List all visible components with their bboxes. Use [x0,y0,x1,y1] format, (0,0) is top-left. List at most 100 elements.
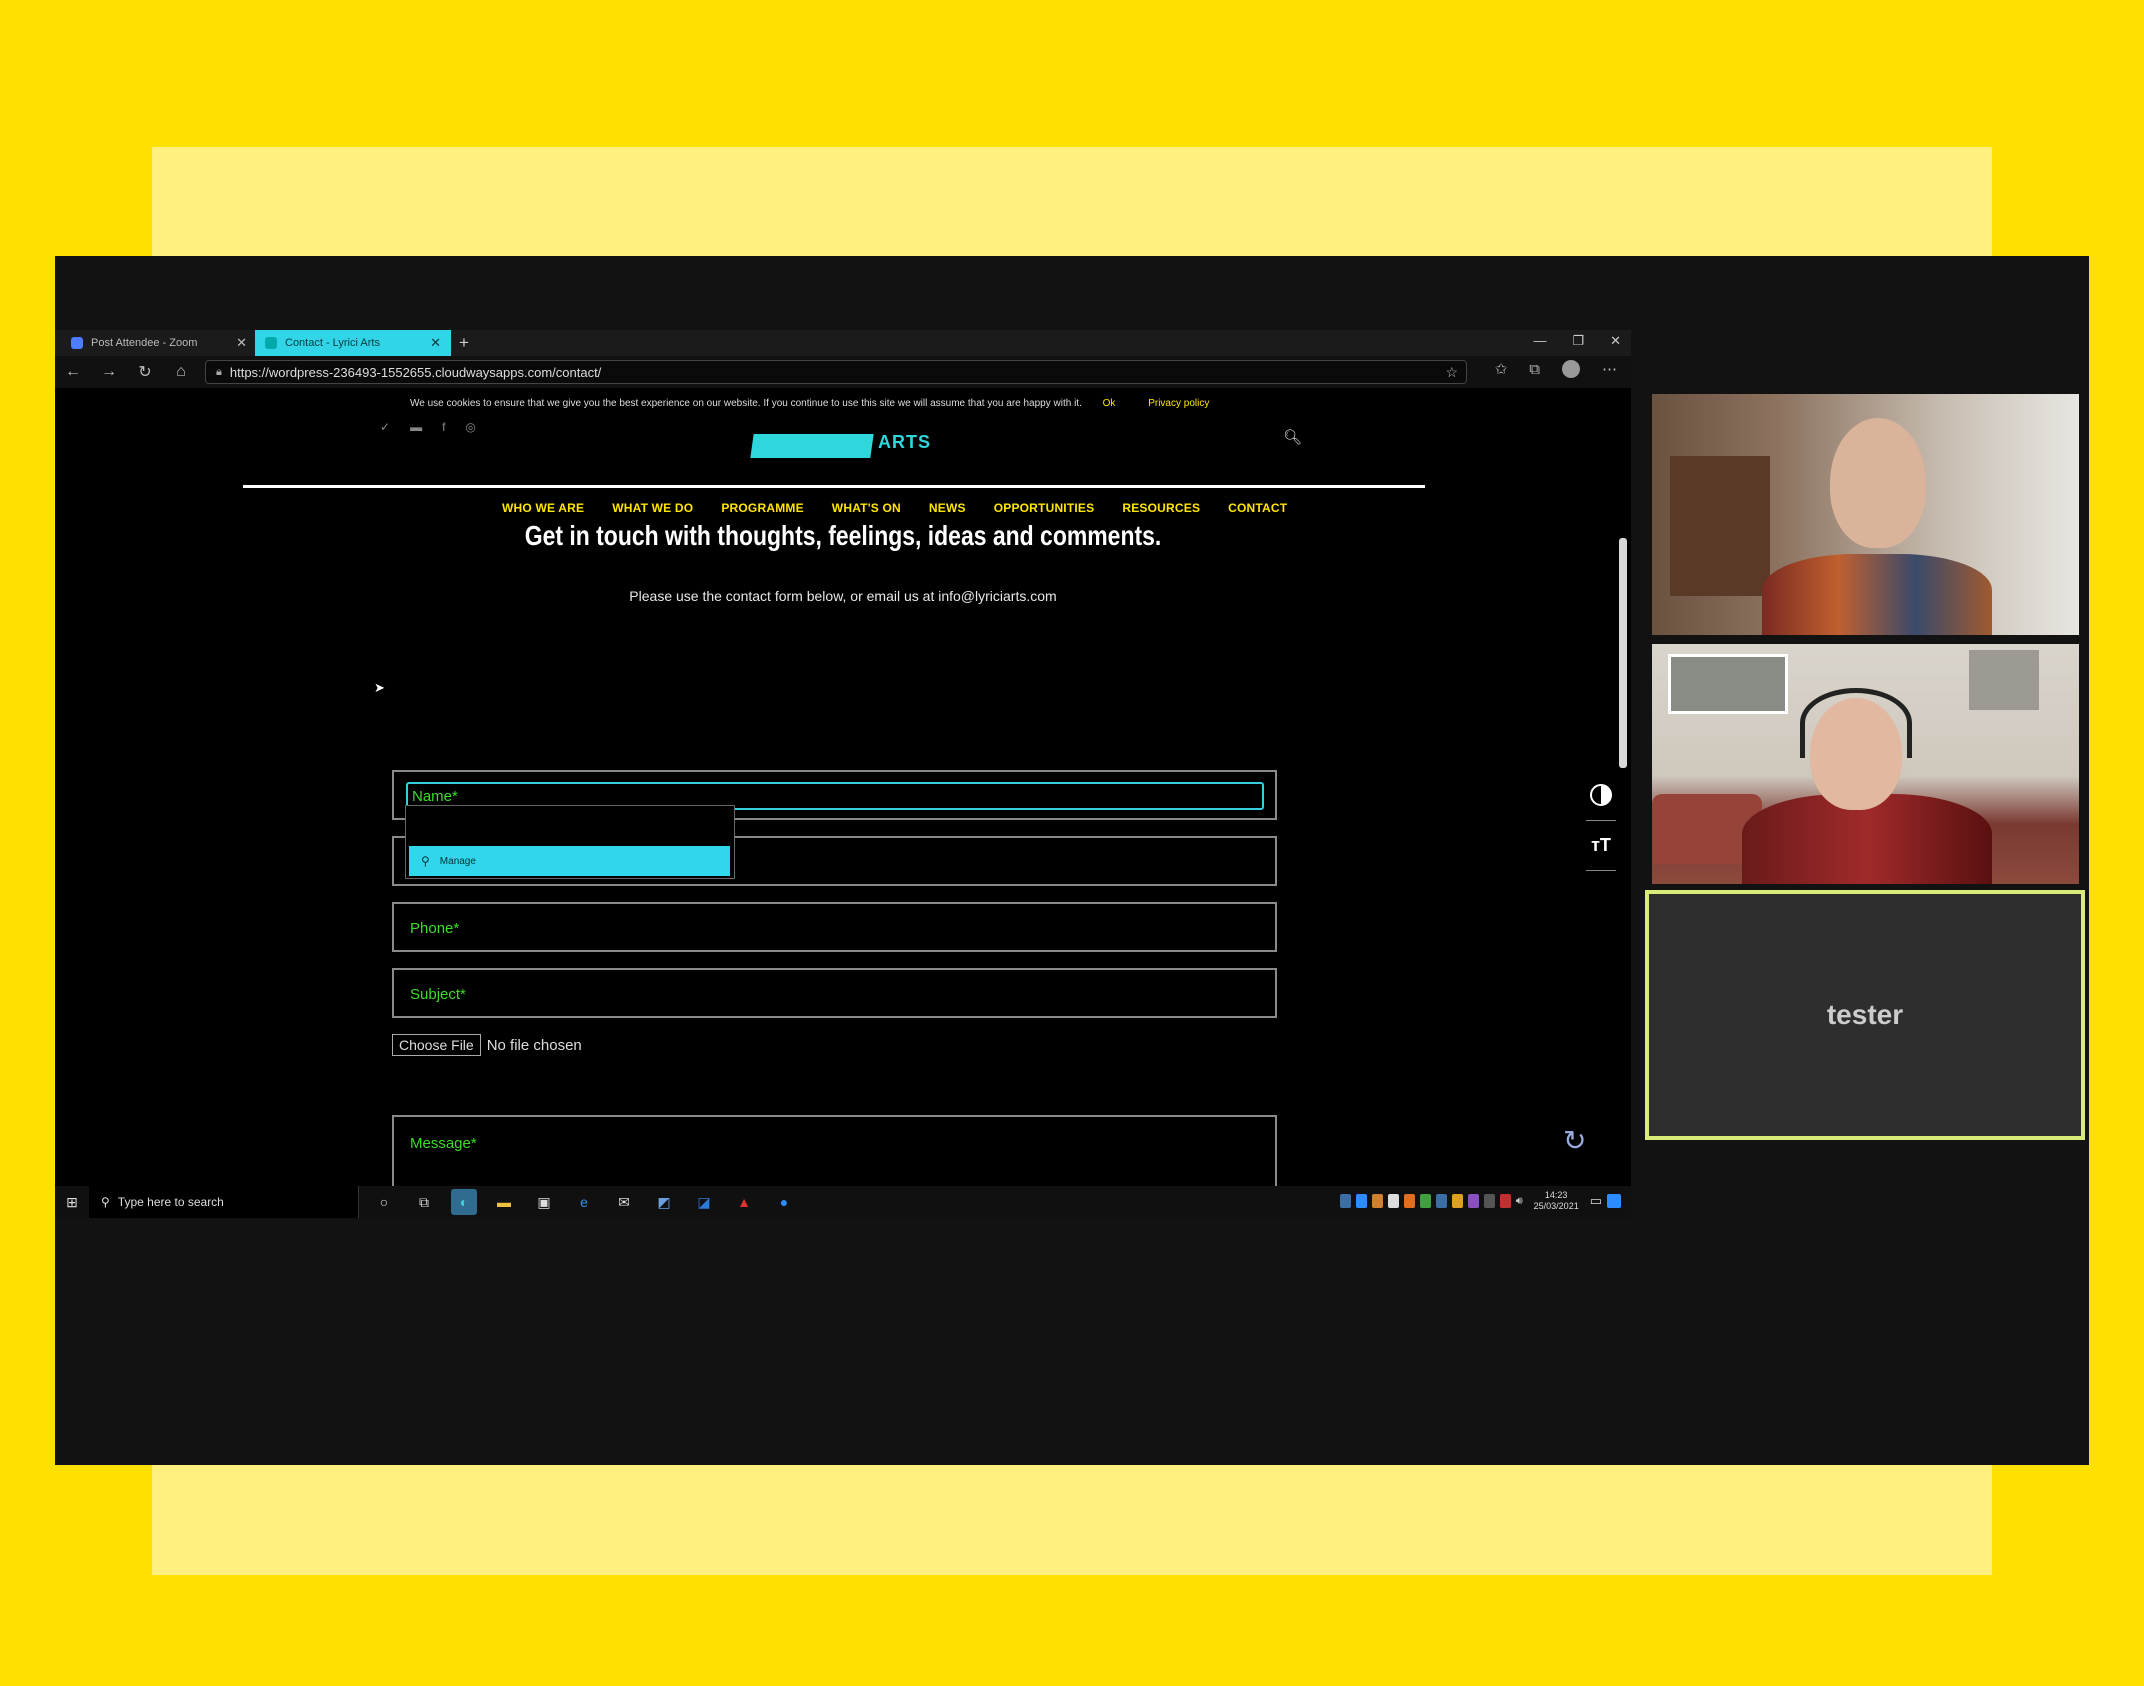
acrobat-icon[interactable]: ▲ [731,1189,757,1215]
contrast-icon[interactable] [1590,784,1612,806]
site-logo-text: ARTS [878,432,931,452]
participant-tile-tester[interactable]: tester [1645,890,2085,1140]
participant-video-1[interactable] [1652,394,2079,635]
shared-browser-window: Post Attendee - Zoom ✕ Contact - Lyrici … [55,330,1631,1218]
site-logo[interactable] [750,434,874,458]
menu-news[interactable]: NEWS [929,501,966,515]
headset-icon [1800,688,1912,758]
cookie-ok-button[interactable]: Ok [1103,398,1116,409]
menu-opportunities[interactable]: OPPORTUNITIES [994,501,1095,515]
tray-icon[interactable] [1387,1194,1399,1208]
decorative-band-top [152,147,1992,257]
back-icon[interactable]: ← [55,363,91,381]
text-size-icon[interactable]: тT [1591,835,1611,856]
file-explorer-icon[interactable]: ▬ [491,1189,517,1215]
notifications-icon[interactable]: ▭ [1590,1193,1602,1209]
tool-divider [1586,870,1616,871]
subject-input[interactable]: Subject* [392,968,1277,1018]
home-icon[interactable]: ⌂ [163,363,199,381]
autofill-option-label: Manage [439,855,476,867]
tray-icon[interactable] [1355,1194,1367,1208]
tray-icon[interactable] [1435,1194,1447,1208]
minimize-icon[interactable]: — [1533,333,1546,349]
autofill-manage-option[interactable]: ⚲ Manage [409,846,730,876]
menu-whats-on[interactable]: WHAT'S ON [832,501,901,515]
store-icon[interactable]: ▣ [531,1189,557,1215]
autofill-dropdown: ⚲ Manage [405,805,735,879]
main-menu: WHO WE ARE WHAT WE DO PROGRAMME WHAT'S O… [502,501,1287,515]
page-scrollbar[interactable] [1619,538,1627,768]
page-intro-text: Please use the contact form below, or em… [629,588,1057,604]
volume-icon[interactable]: 🔊︎ [1516,1195,1523,1208]
choose-file-button[interactable]: Choose File [392,1034,481,1056]
windows-start-icon[interactable]: ⊞ [55,1194,89,1211]
favorites-icon[interactable]: ✩ [1495,360,1508,378]
tray-icon[interactable] [1499,1194,1511,1208]
close-tab-icon[interactable]: ✕ [430,335,441,351]
phone-placeholder: Phone* [410,920,460,937]
mouse-cursor-icon: ➤ [374,680,385,695]
twitter-icon[interactable]: ✓ [380,420,390,434]
decorative-band-bottom [152,1465,1992,1575]
participant-1-face [1830,418,1926,548]
edge-browser-icon[interactable]: ◐ [451,1189,477,1215]
clock-time: 14:23 [1544,1190,1568,1200]
menu-what-we-do[interactable]: WHAT WE DO [612,501,693,515]
file-status: No file chosen [486,1036,582,1054]
menu-resources[interactable]: RESOURCES [1122,501,1200,515]
zoom-favicon-icon [71,337,83,349]
message-textarea[interactable]: Message* [392,1115,1277,1186]
mail-icon[interactable]: ✉ [611,1189,637,1215]
zoom-icon[interactable]: ● [771,1189,797,1215]
collections-icon[interactable]: ⧉ [1529,361,1540,378]
page-heading: Get in touch with thoughts, feelings, id… [524,520,1162,551]
cortana-icon[interactable]: ○ [371,1189,397,1215]
social-links: ✓ ▬ f ◎ [380,420,476,434]
menu-programme[interactable]: PROGRAMME [721,501,803,515]
file-upload: Choose File No file chosen [392,1034,582,1056]
new-tab-button[interactable]: + [459,333,469,353]
forward-icon[interactable]: → [91,363,127,381]
outlook-icon[interactable]: ◪ [691,1189,717,1215]
phone-input[interactable]: Phone* [392,902,1277,952]
participant-video-2[interactable] [1652,644,2079,884]
favorite-star-icon[interactable]: ☆ [1445,364,1466,381]
restore-icon[interactable]: ❐ [1572,333,1584,349]
more-menu-icon[interactable]: ⋯ [1602,360,1617,378]
taskbar-search[interactable]: ⚲ Type here to search [89,1186,359,1218]
tray-icon[interactable] [1467,1194,1479,1208]
address-bar[interactable]: 🔒︎ https://wordpress-236493-1552655.clou… [205,360,1467,384]
tray-icon[interactable] [1483,1194,1495,1208]
tray-icon[interactable] [1371,1194,1383,1208]
tray-icon[interactable] [1451,1194,1463,1208]
tab-contact[interactable]: Contact - Lyrici Arts ✕ [255,330,451,356]
navigation-bar: ← → ↻ ⌂ 🔒︎ https://wordpress-236493-1552… [55,356,1631,388]
youtube-icon[interactable]: ▬ [410,420,422,434]
windows-taskbar: ⊞ ⚲ Type here to search ○ ⧉ ◐ ▬ ▣ e ✉ ◩ … [55,1186,1631,1218]
app-icon[interactable]: ◩ [651,1189,677,1215]
zoom-meeting-window: Post Attendee - Zoom ✕ Contact - Lyrici … [55,256,2089,1465]
taskbar-clock[interactable]: 14:23 25/03/2021 [1528,1190,1585,1212]
tab-post-attendee[interactable]: Post Attendee - Zoom ✕ [61,330,257,356]
show-desktop-button[interactable] [1607,1194,1621,1208]
search-icon[interactable]: 🔍︎ [1283,428,1302,446]
profile-avatar[interactable] [1562,360,1580,378]
instagram-icon[interactable]: ◎ [465,420,475,434]
tray-icon[interactable] [1419,1194,1431,1208]
close-window-icon[interactable]: ✕ [1610,333,1621,349]
tray-icon[interactable] [1339,1194,1351,1208]
tool-divider [1586,820,1616,821]
menu-who-we-are[interactable]: WHO WE ARE [502,501,584,515]
key-icon: ⚲ [421,854,430,868]
tray-icon[interactable] [1403,1194,1415,1208]
internet-explorer-icon[interactable]: e [571,1189,597,1215]
facebook-icon[interactable]: f [442,420,445,434]
task-view-icon[interactable]: ⧉ [411,1189,437,1215]
menu-contact[interactable]: CONTACT [1228,501,1287,515]
system-tray: 🔊︎ 14:23 25/03/2021 ▭ [1339,1190,1621,1212]
reload-icon[interactable]: ↻ [127,362,163,382]
bookshelf-background [1670,456,1770,596]
clock-date: 25/03/2021 [1533,1201,1579,1211]
privacy-policy-link[interactable]: Privacy policy [1148,398,1209,409]
close-tab-icon[interactable]: ✕ [236,335,247,351]
